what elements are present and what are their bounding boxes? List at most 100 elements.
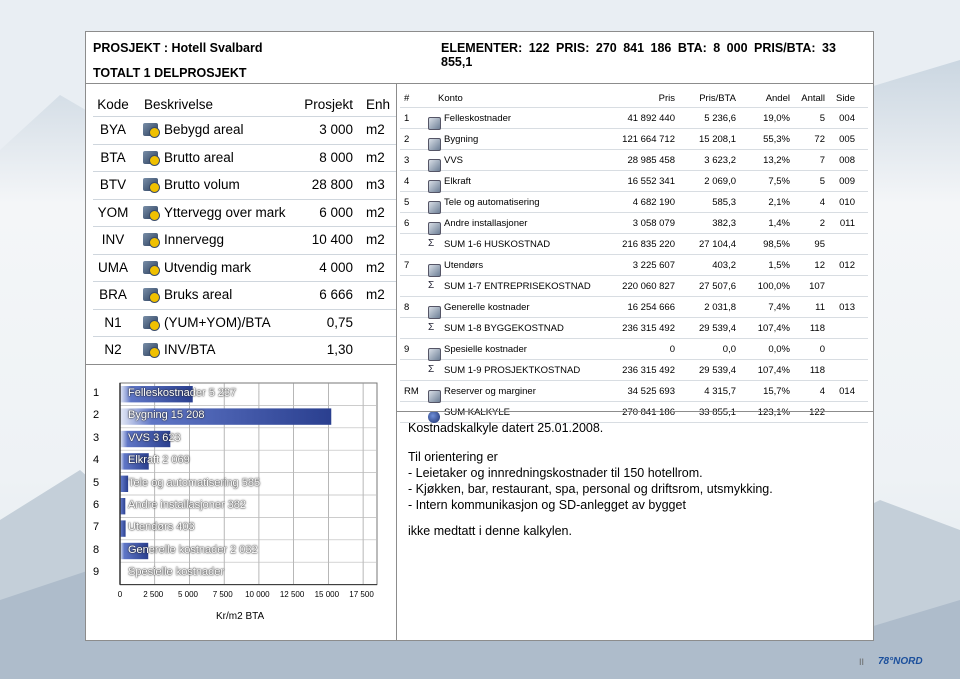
key-figures-table: Kode Beskrivelse Prosjekt Enh BYA Bebygd … — [93, 92, 396, 365]
row-number: 4 — [404, 176, 410, 187]
row-number: 9 — [93, 566, 100, 579]
col-pris-bta: Pris/BTA — [699, 93, 736, 104]
account-row: 2 Bygning 121 664 712 15 208,1 55,3% 72 005 — [400, 129, 868, 151]
bar-data-label: Bygning 15 208 — [128, 409, 205, 422]
row-antall: 122 — [809, 407, 825, 418]
row-code: BTA — [100, 149, 126, 165]
row-unit: m2 — [366, 204, 385, 220]
sum-row: Σ SUM 1-6 HUSKOSTNAD 216 835 220 27 104,4 98… — [400, 234, 868, 255]
row-konto: SUM 1-6 HUSKOSTNAD — [444, 239, 551, 250]
row-andel: 107,4% — [757, 365, 790, 376]
row-pris-bta: 0,0 — [722, 344, 736, 355]
col-antall: Antall — [801, 93, 825, 104]
row-number: 6 — [93, 499, 100, 511]
bar — [120, 520, 126, 537]
row-value: 10 400 — [311, 232, 353, 247]
row-value: 0,75 — [326, 314, 353, 330]
row-side: 014 — [839, 386, 855, 397]
x-tick-label: 7 500 — [212, 590, 233, 599]
row-konto: SUM 1-7 ENTREPRISEKOSTNAD — [444, 281, 591, 292]
x-axis-label: Kr/m2 BTA — [216, 611, 265, 622]
row-pris: 236 315 492 — [622, 365, 675, 376]
table-row: YOM Yttervegg over mark 6 000 m2 — [93, 200, 396, 227]
row-konto: Reserver og marginer — [444, 386, 536, 397]
x-tick-label: 12 500 — [279, 590, 305, 599]
row-number: 9 — [404, 344, 410, 355]
sigma-icon: Σ — [428, 238, 435, 249]
page-number: II — [859, 657, 865, 667]
row-andel: 15,7% — [763, 386, 790, 397]
row-antall: 5 — [819, 113, 825, 124]
row-number: 5 — [93, 476, 100, 489]
row-number: 7 — [93, 521, 100, 534]
row-number: 1 — [93, 387, 100, 399]
account-row: 8 Generelle kostnader 16 254 666 2 031,8 7,4… — [400, 297, 868, 319]
row-number: 2 — [93, 409, 100, 422]
row-number: 4 — [93, 454, 100, 467]
row-andel: 7,5% — [768, 176, 790, 187]
row-code: N2 — [104, 342, 122, 357]
row-konto: Utendørs — [444, 260, 484, 271]
row-side: 008 — [839, 155, 855, 166]
row-konto: VVS — [444, 155, 464, 166]
bar-data-label: Felleskostnader 5 237 — [128, 387, 237, 399]
row-pris: 216 835 220 — [622, 239, 675, 250]
col-side: Side — [835, 93, 855, 104]
col-value: Prosjekt — [304, 97, 353, 112]
sum-row: Σ SUM 1-9 PROSJEKTKOSTNAD 236 315 492 29 53… — [400, 360, 868, 381]
row-value: 1,30 — [326, 342, 353, 357]
row-number: 6 — [404, 218, 410, 229]
bar-data-label: VVS 3 623 — [128, 431, 181, 444]
area-icon — [143, 178, 160, 194]
row-desc: (YUM+YOM)/BTA — [164, 314, 271, 330]
row-code: BRA — [99, 287, 127, 302]
row-antall: 5 — [819, 176, 825, 187]
row-antall: 12 — [814, 260, 825, 271]
bar-data-label: Generelle kostnader 2 032 — [128, 543, 258, 556]
row-number: 8 — [93, 543, 100, 556]
row-pris-bta: 29 539,4 — [699, 365, 736, 376]
row-pris-bta: 2 069,0 — [704, 176, 736, 187]
table-row: UMA Utvendig mark 4 000 m2 — [93, 255, 396, 282]
row-pris-bta: 3 623,2 — [704, 155, 736, 166]
row-pris-bta: 5 236,6 — [704, 113, 736, 124]
col-number: # — [404, 93, 410, 104]
x-tick-label: 0 — [117, 590, 123, 599]
area-icon — [143, 288, 160, 304]
row-pris-bta: 29 539,4 — [699, 323, 736, 334]
row-antall: 72 — [814, 134, 825, 145]
notes-item: - Intern kommunikasjon og SD-anlegget av… — [408, 498, 686, 512]
report-header: PROSJEKT : Hotell Svalbard ELEMENTER: 12… — [86, 32, 873, 84]
project-title: PROSJEKT : Hotell Svalbard — [93, 41, 263, 55]
row-pris-bta: 585,3 — [712, 197, 736, 208]
row-andel: 1,4% — [768, 218, 790, 229]
row-side: 004 — [839, 113, 855, 124]
row-unit: m3 — [366, 177, 385, 192]
row-antall: 0 — [819, 344, 825, 355]
sum-row: Σ SUM 1-7 ENTREPRISEKOSTNAD 220 060 827 27 … — [400, 276, 868, 297]
row-pris-bta: 27 104,4 — [699, 239, 736, 250]
bar-data-label: Tele og automatisering 585 — [128, 476, 261, 489]
row-unit: m2 — [366, 259, 385, 275]
row-pris: 0 — [669, 344, 675, 355]
row-unit: m2 — [366, 122, 385, 137]
area-icon — [143, 343, 160, 359]
row-andel: 123,1% — [757, 407, 790, 418]
account-row: 6 Andre installasjoner 3 058 079 382,3 1,4% 2… — [400, 213, 868, 235]
row-pris-bta: 382,3 — [712, 218, 736, 229]
company-logo: 78°NORD — [878, 656, 923, 667]
row-value: 28 800 — [311, 177, 353, 192]
report-sheet: PROSJEKT : Hotell Svalbard ELEMENTER: 12… — [85, 31, 874, 641]
row-value: 4 000 — [319, 259, 353, 275]
row-code: YOM — [97, 204, 129, 220]
row-antall: 4 — [819, 386, 825, 397]
row-andel: 13,2% — [763, 155, 790, 166]
row-pris: 41 892 440 — [627, 113, 675, 124]
row-desc: Bebygd areal — [164, 122, 244, 137]
bar-data-label: Utendørs 403 — [128, 521, 195, 534]
row-number: 3 — [93, 431, 100, 444]
row-andel: 98,5% — [763, 239, 790, 250]
account-row: 4 Elkraft 16 552 341 2 069,0 7,5% 5 009 — [400, 171, 868, 193]
row-desc: Utvendig mark — [164, 259, 252, 275]
row-konto: Tele og automatisering — [444, 197, 540, 208]
